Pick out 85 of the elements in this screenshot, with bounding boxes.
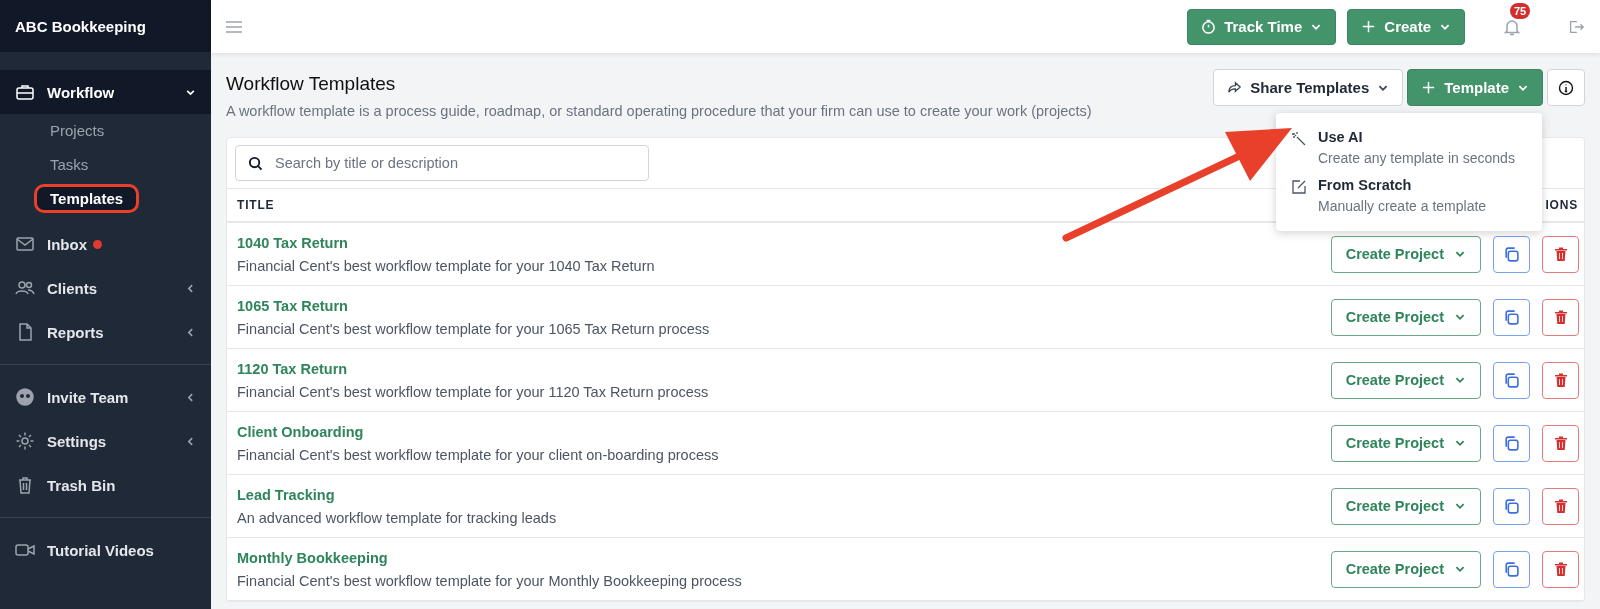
create-project-button[interactable]: Create Project [1330,424,1481,462]
delete-button[interactable] [1542,550,1579,588]
item-label: Inbox [47,235,87,253]
submenu-item[interactable]: Tasks [34,150,105,179]
delete-button[interactable] [1542,235,1579,273]
item-label: Invite Team [47,388,129,406]
copy-icon [1503,560,1520,578]
item-label: Reports [47,323,104,341]
copy-icon [1503,308,1520,326]
duplicate-button[interactable] [1493,235,1530,273]
item-label: Clients [47,279,97,297]
share-icon [1227,80,1243,95]
sidebar-item[interactable]: Clients [0,266,211,310]
duplicate-button[interactable] [1493,550,1530,588]
track-time-button[interactable]: Track Time [1187,8,1337,45]
duplicate-button[interactable] [1493,424,1530,462]
notification-badge: 75 [1510,2,1531,19]
template-title-link[interactable]: Monthly Bookkeeping [237,549,388,566]
template-title-link[interactable]: 1120 Tax Return [237,360,348,377]
delete-button[interactable] [1542,424,1579,462]
info-button[interactable] [1547,69,1585,106]
sidebar-item[interactable]: Invite Team [0,375,211,419]
info-icon [1558,79,1574,96]
delete-button[interactable] [1542,487,1579,525]
mail-icon [15,234,35,254]
duplicate-button[interactable] [1493,361,1530,399]
search-icon [248,156,263,171]
sidebar-item[interactable]: Trash Bin [0,463,211,507]
template-description: Financial Cent's best workflow template for your 1120 Tax Return process [237,383,709,400]
duplicate-button[interactable] [1493,487,1530,525]
sidebar-item[interactable]: Settings [0,419,211,463]
trash-icon [1552,498,1569,514]
template-title-link[interactable]: 1065 Tax Return [237,297,348,314]
template-description: Financial Cent's best workflow template for your Monthly Bookkeeping process [237,572,742,589]
page-description: A workflow template is a process guide, roadmap, or standard operating procedure that your firm can use to create your work (projects) [226,103,1092,119]
brand-name[interactable]: ABC Bookkeeping [0,0,211,52]
sidebar-item[interactable]: Workflow [0,70,211,114]
sidebar-item[interactable]: Inbox [0,222,211,266]
copy-icon [1503,371,1520,389]
share-templates-button[interactable]: Share Templates [1213,69,1404,106]
stopwatch-icon [1201,19,1217,34]
template-description: Financial Cent's best workflow template for your 1065 Tax Return process [237,320,710,337]
template-description: Financial Cent's best workflow template for your 1040 Tax Return [237,257,655,274]
column-header: IONS [1545,198,1578,212]
trash-icon [1552,246,1569,262]
search-field[interactable]: Search by title or description [235,145,649,181]
edit-icon [1291,179,1307,195]
sidebar-item[interactable]: Tutorial Videos [0,528,211,572]
item-label: Settings [47,432,107,450]
create-button[interactable]: Create [1347,8,1465,45]
sidebar-item[interactable]: Reports [0,310,211,354]
plus-icon [1421,80,1437,95]
create-project-button[interactable]: Create Project [1330,235,1481,273]
template-description: Financial Cent's best workflow template for your client on-boarding process [237,446,719,463]
copy-icon [1503,245,1520,263]
magic-wand-icon [1291,131,1307,147]
item-label: Trash Bin [47,476,116,494]
copy-icon [1503,434,1520,452]
item-label: Workflow [47,83,115,101]
template-title-link[interactable]: Lead Tracking [237,486,335,503]
menu-item[interactable]: From Scratch Manually create a template [1276,173,1542,221]
delete-button[interactable] [1542,298,1579,336]
create-project-button[interactable]: Create Project [1330,487,1481,525]
duplicate-button[interactable] [1493,298,1530,336]
trash-icon [1552,435,1569,451]
item-label: Tutorial Videos [47,541,154,559]
create-project-button[interactable]: Create Project [1330,298,1481,336]
create-project-button[interactable]: Create Project [1330,361,1481,399]
create-project-button[interactable]: Create Project [1330,550,1481,588]
menu-item[interactable]: Use AI Create any template in seconds [1276,125,1542,173]
submenu-item[interactable]: Templates [34,184,140,213]
template-title-link[interactable]: 1040 Tax Return [237,234,348,251]
template-description: An advanced workflow template for tracking leads [237,509,557,526]
trash-icon [1552,372,1569,388]
template-title-link[interactable]: Client Onboarding [237,423,364,440]
briefcase-icon [15,82,35,102]
page-title: Workflow Templates [226,73,397,95]
submenu-item[interactable]: Projects [34,116,121,145]
template-button[interactable]: Template [1407,69,1543,106]
column-header: TITLE [237,198,275,212]
copy-icon [1503,497,1520,515]
delete-button[interactable] [1542,361,1579,399]
trash-icon [1552,309,1569,325]
trash-icon [1552,561,1569,577]
plus-icon [1361,19,1377,34]
